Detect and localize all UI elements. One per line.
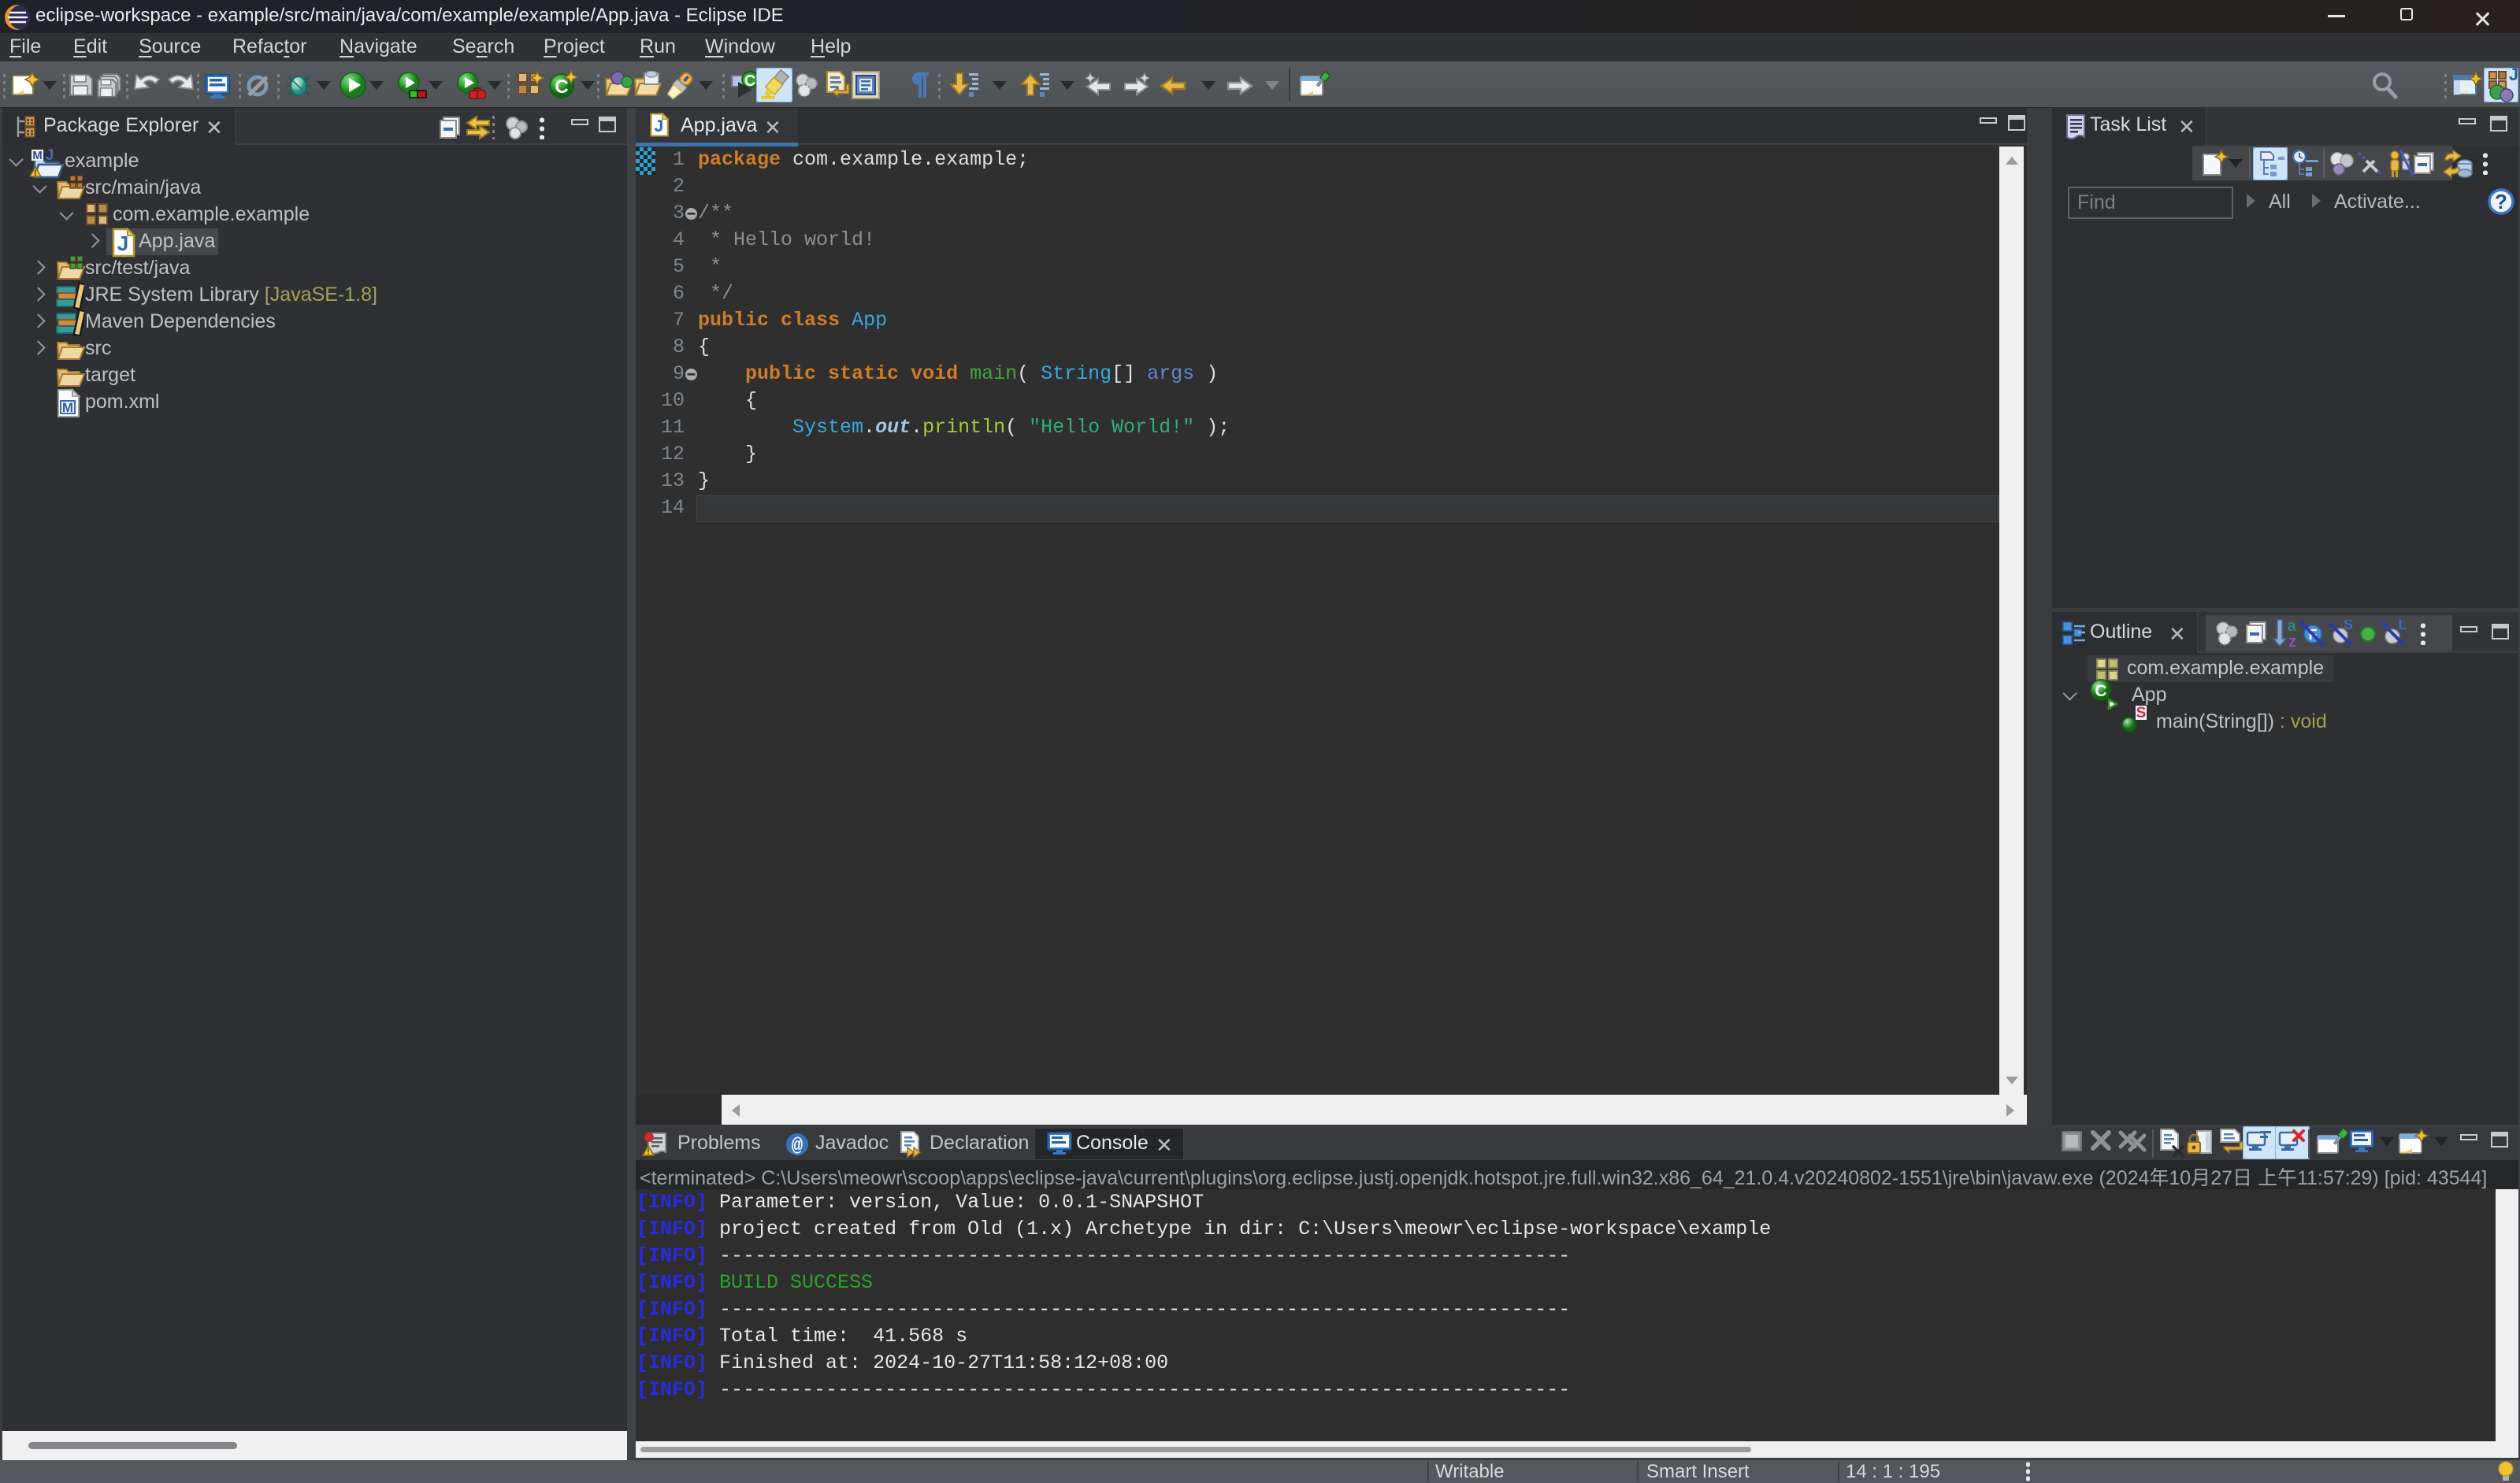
svg-text:M: M xyxy=(32,149,43,162)
svg-text:C: C xyxy=(2095,682,2106,700)
svg-text:S: S xyxy=(2136,705,2147,721)
svg-text:a: a xyxy=(2287,618,2296,635)
svg-text:?: ? xyxy=(2495,190,2507,213)
svg-text:z: z xyxy=(2288,633,2296,648)
svg-text:S: S xyxy=(2344,620,2353,632)
svg-text:!: ! xyxy=(647,1147,649,1156)
svg-text:!: ! xyxy=(34,169,37,178)
svg-text:C: C xyxy=(744,72,755,90)
svg-text:@: @ xyxy=(792,1136,803,1157)
svg-text:L: L xyxy=(2399,620,2407,632)
svg-text:M: M xyxy=(62,400,73,415)
svg-text:J: J xyxy=(2509,68,2518,84)
svg-text:J: J xyxy=(654,117,663,135)
svg-text:C: C xyxy=(555,76,568,98)
svg-text:J: J xyxy=(46,147,54,164)
svg-text:J: J xyxy=(117,232,128,255)
